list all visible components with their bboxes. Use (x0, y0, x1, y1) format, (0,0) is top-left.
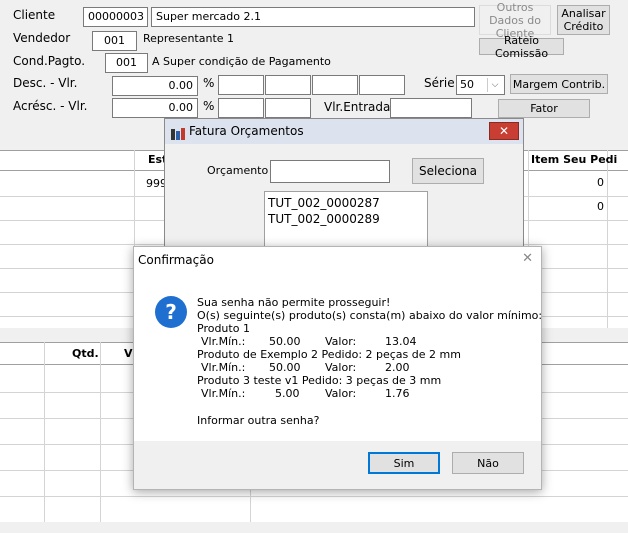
col-item-header: Item Seu Pedi (531, 153, 618, 166)
acresc-percent-field-2[interactable] (265, 98, 311, 118)
rateio-comissao-button[interactable]: Rateio Comissão (479, 34, 564, 60)
serie-select[interactable]: 50 ⌵ (456, 75, 505, 95)
product2-valor: 2.00 (385, 361, 410, 374)
list-item[interactable]: TUT_002_0000289 (268, 211, 380, 227)
no-button[interactable]: Não (452, 452, 524, 474)
product1-vlrmin: 50.00 (269, 335, 301, 348)
vlr-entrada-label: Vlr.Entrada (324, 100, 391, 114)
fatura-title: Fatura Orçamentos (189, 124, 304, 138)
product3-vlrmin-label: Vlr.Mín.: (201, 387, 246, 400)
desc-value-field[interactable]: 0.00 (112, 76, 198, 96)
app-icon (171, 125, 185, 140)
message-line2: O(s) seguinte(s) produto(s) consta(m) ab… (197, 309, 543, 322)
acresc-value-field[interactable]: 0.00 (112, 98, 198, 118)
cliente-label: Cliente (13, 8, 56, 22)
product1-valor: 13.04 (385, 335, 417, 348)
row2-item: 0 (597, 200, 604, 213)
analisar-credito-button[interactable]: Analisar Crédito (557, 5, 610, 35)
product3-name: Produto 3 teste v1 Pedido: 3 peças de 3 … (197, 374, 442, 387)
orcamento-label: Orçamento (207, 164, 269, 177)
serie-label: Série (424, 76, 455, 90)
product2-vlrmin-label: Vlr.Mín.: (201, 361, 246, 374)
serie-value: 50 (460, 78, 474, 91)
product2-valor-label: Valor: (325, 361, 357, 374)
condpagto-label: Cond.Pagto. (13, 54, 86, 68)
product2-vlrmin: 50.00 (269, 361, 301, 374)
fatura-title-bar: Fatura Orçamentos ✕ (165, 119, 523, 144)
product3-valor-label: Valor: (325, 387, 357, 400)
fatura-orcamentos-window: Fatura Orçamentos ✕ Orçamento Seleciona … (164, 118, 524, 261)
desc-percent-field-3[interactable] (312, 75, 358, 95)
desc-percent-field-1[interactable] (218, 75, 264, 95)
vlr-entrada-field[interactable] (390, 98, 472, 118)
list-item[interactable]: TUT_002_0000287 (268, 195, 380, 211)
outros-dados-button[interactable]: Outros Dados do Cliente (479, 1, 551, 40)
confirmacao-dialog: Confirmação ✕ ? Sua senha não permite pr… (133, 246, 542, 490)
seleciona-button[interactable]: Seleciona (412, 158, 484, 184)
vendedor-label: Vendedor (13, 31, 71, 45)
desc-label: Desc. - Vlr. (13, 76, 78, 90)
vendedor-code-field[interactable]: 001 (92, 31, 137, 51)
acresc-percent-symbol: % (203, 99, 215, 113)
question-text: Informar outra senha? (197, 414, 320, 427)
cliente-name-field[interactable]: Super mercado 2.1 (151, 7, 475, 27)
product3-vlrmin: 5.00 (275, 387, 300, 400)
acresc-label: Acrésc. - Vlr. (13, 99, 88, 113)
dialog-button-bar: Sim Não (134, 441, 541, 489)
yes-button[interactable]: Sim (368, 452, 440, 474)
acresc-percent-field-1[interactable] (218, 98, 264, 118)
fatura-button[interactable]: Fator (498, 99, 590, 118)
margem-contrib-button[interactable]: Margem Contrib. (510, 74, 608, 94)
close-icon[interactable]: ✕ (522, 251, 533, 266)
vendedor-name: Representante 1 (143, 32, 235, 45)
cliente-code-field[interactable]: 00000003 (83, 7, 148, 27)
dialog-title: Confirmação (138, 253, 214, 267)
product1-vlrmin-label: Vlr.Mín.: (201, 335, 246, 348)
chevron-down-icon[interactable]: ⌵ (487, 78, 502, 92)
question-icon: ? (155, 296, 187, 328)
row1-item: 0 (597, 176, 604, 189)
desc-percent-field-2[interactable] (265, 75, 311, 95)
product3-valor: 1.76 (385, 387, 410, 400)
condpagto-code-field[interactable]: 001 (105, 53, 148, 73)
col-qtd-header: Qtd. (72, 347, 99, 360)
close-icon[interactable]: ✕ (489, 122, 519, 140)
condpagto-name: A Super condição de Pagamento (152, 55, 331, 68)
product2-name: Produto de Exemplo 2 Pedido: 2 peças de … (197, 348, 461, 361)
message-line1: Sua senha não permite prosseguir! (197, 296, 391, 309)
product1-valor-label: Valor: (325, 335, 357, 348)
product1-name: Produto 1 (197, 322, 250, 335)
orcamento-input[interactable] (270, 160, 390, 183)
desc-percent-symbol: % (203, 76, 215, 90)
desc-percent-field-4[interactable] (359, 75, 405, 95)
